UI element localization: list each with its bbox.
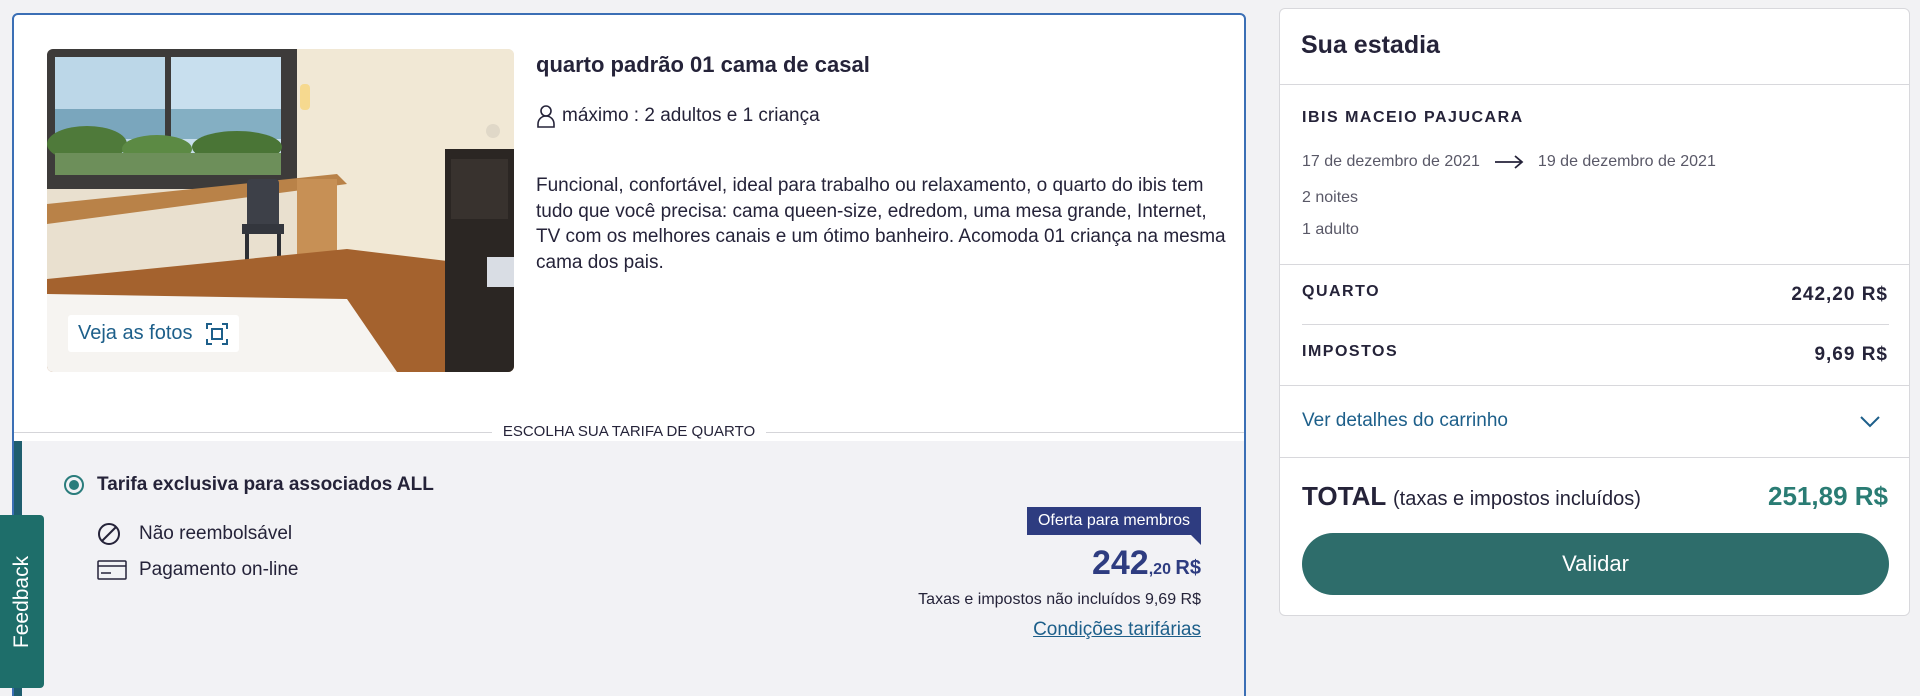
price-decimal: ,20 bbox=[1148, 561, 1171, 578]
divider-line bbox=[14, 432, 492, 433]
rate-radio[interactable] bbox=[64, 475, 84, 495]
total-title: TOTAL bbox=[1302, 481, 1386, 511]
room-capacity: máximo : 2 adultos e 1 criança bbox=[536, 104, 820, 128]
room-description: Funcional, confortável, ideal para traba… bbox=[536, 175, 1226, 273]
tariff-conditions-link[interactable]: Condições tarifárias bbox=[1033, 619, 1201, 641]
guests-count: 1 adulto bbox=[1302, 221, 1359, 238]
divider bbox=[1280, 457, 1909, 458]
summary-title: Sua estadia bbox=[1301, 31, 1440, 59]
rate-price: 242,20 R$ bbox=[1092, 544, 1201, 583]
credit-card-icon bbox=[97, 560, 127, 580]
divider bbox=[1302, 324, 1889, 325]
condition-label: Pagamento on-line bbox=[139, 559, 299, 580]
room-capacity-text: máximo : 2 adultos e 1 criança bbox=[562, 105, 820, 126]
room-line-label: QUARTO bbox=[1302, 283, 1381, 300]
room-photo[interactable]: Veja as fotos bbox=[47, 49, 514, 372]
condition-label: Não reembolsável bbox=[139, 523, 293, 544]
divider-line bbox=[766, 432, 1244, 433]
divider bbox=[1280, 385, 1909, 386]
cart-details-link[interactable]: Ver detalhes do carrinho bbox=[1302, 410, 1508, 432]
validate-button[interactable]: Validar bbox=[1302, 533, 1889, 595]
no-refund-icon bbox=[98, 523, 120, 545]
member-offer-badge: Oferta para membros bbox=[1026, 507, 1202, 545]
total-subtitle: (taxas e impostos incluídos) bbox=[1393, 488, 1641, 510]
check-in-date: 17 de dezembro de 2021 bbox=[1302, 153, 1480, 170]
taxes-line-value: 9,69 R$ bbox=[1814, 344, 1888, 365]
arrow-right-icon bbox=[1494, 155, 1524, 169]
taxes-line-label: IMPOSTOS bbox=[1302, 343, 1399, 360]
chevron-down-icon[interactable] bbox=[1859, 413, 1881, 429]
see-photos-button[interactable]: Veja as fotos bbox=[68, 315, 239, 352]
stay-summary: Sua estadia IBIS MACEIO PAJUCARA 17 de d… bbox=[1279, 8, 1910, 616]
rate-divider: ESCOLHA SUA TARIFA DE QUARTO bbox=[14, 423, 1244, 441]
rate-option[interactable]: Tarifa exclusiva para associados ALL Não… bbox=[14, 441, 1244, 696]
condition-online-payment: Pagamento on-line bbox=[97, 558, 299, 582]
gallery-expand-icon bbox=[205, 322, 228, 345]
person-icon bbox=[537, 105, 555, 128]
room-card: Veja as fotos quarto padrão 01 cama de c… bbox=[12, 13, 1246, 696]
feedback-label: Feedback bbox=[10, 555, 34, 648]
nights-count: 2 noites bbox=[1302, 189, 1359, 206]
room-title: quarto padrão 01 cama de casal bbox=[536, 52, 870, 77]
radio-dot bbox=[69, 480, 79, 490]
price-currency: R$ bbox=[1175, 557, 1201, 579]
check-out-date: 19 de dezembro de 2021 bbox=[1537, 153, 1716, 170]
see-photos-label: Veja as fotos bbox=[78, 322, 193, 344]
hotel-name: IBIS MACEIO PAJUCARA bbox=[1302, 109, 1524, 126]
divider bbox=[1280, 264, 1909, 265]
price-integer: 242 bbox=[1091, 544, 1149, 582]
feedback-tab[interactable]: Feedback bbox=[0, 515, 44, 688]
rate-divider-label: ESCOLHA SUA TARIFA DE QUARTO bbox=[502, 423, 756, 440]
room-line-value: 242,20 R$ bbox=[1791, 284, 1888, 305]
total-label: TOTAL (taxas e impostos incluídos) bbox=[1302, 481, 1641, 512]
condition-non-refundable: Não reembolsável bbox=[97, 522, 292, 546]
divider bbox=[1280, 84, 1909, 85]
total-value: 251,89 R$ bbox=[1768, 481, 1888, 511]
rate-name: Tarifa exclusiva para associados ALL bbox=[97, 474, 434, 495]
stay-dates: 17 de dezembro de 2021 19 de dezembro de… bbox=[1302, 153, 1716, 171]
tax-note: Taxas e impostos não incluídos 9,69 R$ bbox=[918, 591, 1201, 608]
